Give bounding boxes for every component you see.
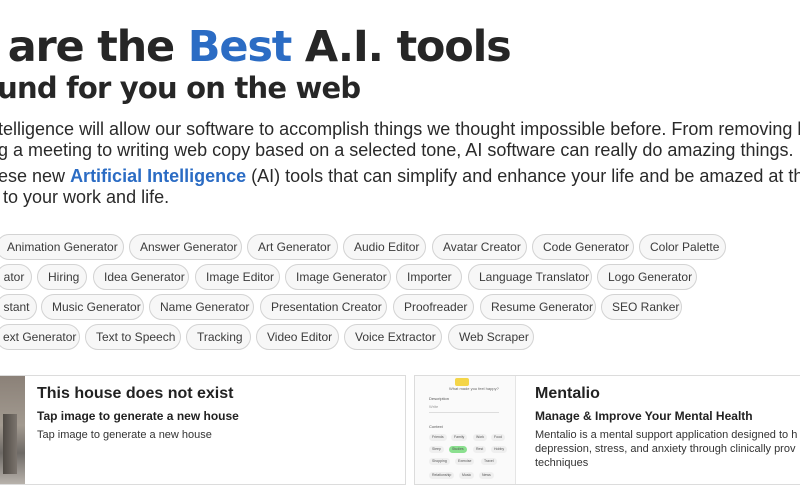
- thumbnail-detail: [3, 414, 17, 474]
- card-title: Mentalio: [535, 385, 600, 402]
- tool-card-house[interactable]: This house does not exist Tap image to g…: [0, 375, 406, 485]
- thumb-divider: [429, 412, 499, 413]
- tag-button[interactable]: Image Generator: [285, 264, 391, 290]
- tag-button[interactable]: Tracking: [186, 324, 251, 350]
- tag-button[interactable]: Name Generator: [149, 294, 254, 320]
- intro-line-2: ng a meeting to writing web copy based o…: [0, 140, 794, 160]
- tag-button[interactable]: Avatar Creator: [432, 234, 527, 260]
- tag-button[interactable]: Presentation Creator: [260, 294, 387, 320]
- thumb-chip: Shopping: [429, 458, 450, 465]
- intro-paragraph: ntelligence will allow our software to a…: [0, 119, 800, 161]
- thumb-chip: Food: [491, 434, 505, 441]
- tag-button[interactable]: Voice Extractor: [344, 324, 442, 350]
- tag-button[interactable]: Text to Speech: [85, 324, 181, 350]
- title-text-after: A.I. tools: [291, 22, 512, 72]
- page-subtitle: ound for you on the web: [0, 71, 361, 105]
- mentalio-thumbnail[interactable]: What made you feel happy? Description Wr…: [415, 376, 516, 484]
- tag-button[interactable]: Audio Editor: [343, 234, 426, 260]
- tag-button[interactable]: Resume Generator: [480, 294, 596, 320]
- tool-card-mentalio[interactable]: What made you feel happy? Description Wr…: [414, 375, 800, 485]
- tag-button[interactable]: Importer: [396, 264, 462, 290]
- emoji-icon: [455, 378, 469, 386]
- thumb-field-label: Description: [429, 396, 450, 401]
- card-subtitle: Manage & Improve Your Mental Health: [535, 409, 753, 423]
- thumb-chip: Work: [473, 434, 488, 441]
- thumb-chip: Exercise: [455, 458, 475, 465]
- tag-button[interactable]: Idea Generator: [93, 264, 189, 290]
- tag-button[interactable]: Hiring: [37, 264, 87, 290]
- thumb-chip: Music: [459, 472, 475, 479]
- tag-button[interactable]: Proofreader: [393, 294, 474, 320]
- tools-text-suffix: (AI) tools that can simplify and enhance…: [246, 166, 800, 186]
- thumb-chip: Friends: [429, 434, 447, 441]
- tag-button[interactable]: stant: [0, 294, 37, 320]
- thumb-chip: Relationship: [429, 472, 455, 479]
- title-accent: Best: [187, 22, 293, 72]
- tag-button[interactable]: Art Generator: [247, 234, 338, 260]
- thumb-chip: Family: [451, 434, 468, 441]
- tag-button[interactable]: ator: [0, 264, 32, 290]
- thumb-chip-active: Studies: [449, 446, 467, 453]
- card-description: Mentalio is a mental support application…: [535, 429, 798, 469]
- tag-button[interactable]: Web Scraper: [448, 324, 534, 350]
- card-description: Tap image to generate a new house: [37, 429, 212, 441]
- house-thumbnail-image[interactable]: [0, 376, 25, 484]
- card-subtitle: Tap image to generate a new house: [37, 409, 239, 423]
- thumb-question: What made you feel happy?: [449, 386, 499, 391]
- tools-text-prefix: hese new: [0, 166, 66, 186]
- thumb-chip: Sleep: [429, 446, 444, 453]
- tag-button[interactable]: Music Generator: [41, 294, 144, 320]
- tools-line-1: hese new Artificial Intelligence (AI) to…: [0, 166, 800, 187]
- title-text-before: e are the: [0, 22, 175, 72]
- thumb-chip: Rest: [473, 446, 487, 453]
- tag-button[interactable]: Answer Generator: [129, 234, 242, 260]
- card-title: This house does not exist: [37, 385, 234, 402]
- tools-line-2: e to your work and life.: [0, 187, 170, 207]
- thumb-chip: News: [479, 472, 494, 479]
- tag-button[interactable]: Image Editor: [195, 264, 280, 290]
- tag-button[interactable]: Logo Generator: [597, 264, 697, 290]
- tag-button[interactable]: Code Generator: [532, 234, 634, 260]
- thumb-chip: Travel: [481, 458, 497, 465]
- thumb-context-label: Context: [429, 424, 443, 429]
- intro-line-1: ntelligence will allow our software to a…: [0, 119, 800, 139]
- tag-button[interactable]: SEO Ranker: [601, 294, 682, 320]
- tag-button[interactable]: Animation Generator: [0, 234, 124, 260]
- tag-button[interactable]: ext Generator: [0, 324, 80, 350]
- tag-button[interactable]: Video Editor: [256, 324, 339, 350]
- tools-paragraph: hese new Artificial Intelligence (AI) to…: [0, 166, 800, 208]
- thumb-field-hint: Write: [429, 404, 439, 409]
- ai-link[interactable]: Artificial Intelligence: [70, 166, 246, 186]
- tag-button[interactable]: Color Palette: [639, 234, 726, 260]
- thumb-chip: Hobby: [491, 446, 508, 453]
- page-title: e are the Best A.I. tools: [0, 22, 512, 72]
- tag-button[interactable]: Language Translator: [468, 264, 592, 290]
